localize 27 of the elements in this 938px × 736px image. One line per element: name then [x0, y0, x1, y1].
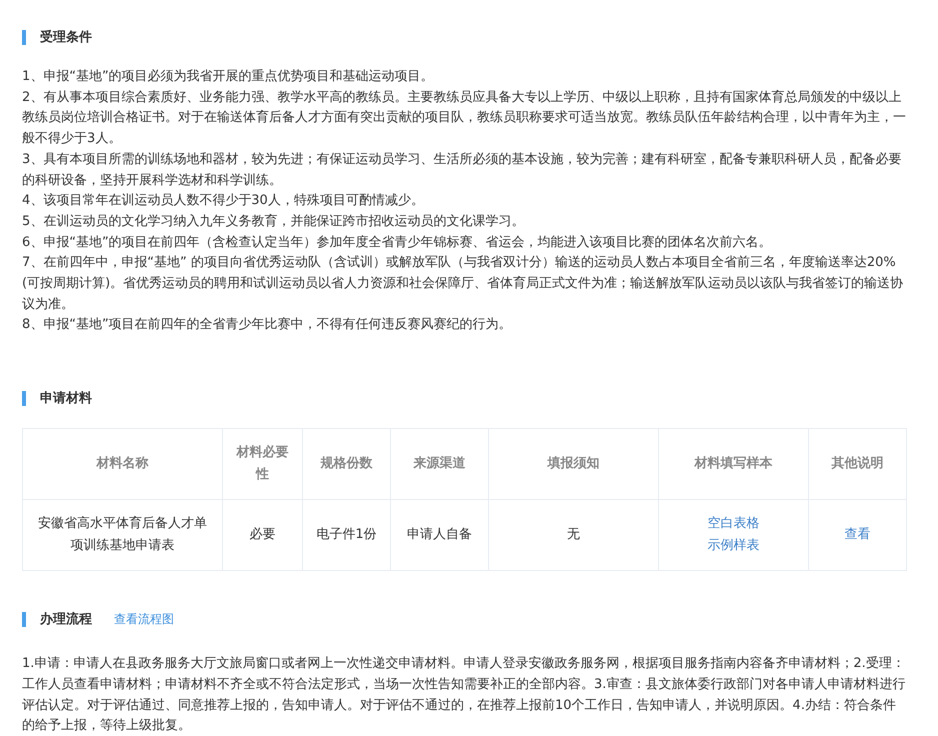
table-link[interactable]: 空白表格	[669, 513, 798, 536]
condition-text: 3、具有本项目所需的训练场地和器材，较为先进；有保证运动员学习、生活所必须的基本设施，较为完善；建有科研室，配备专兼职科研人员，配备必要的科研设备，坚持开展科学选材和科学训练。	[22, 150, 902, 190]
condition-text: 8、申报“基地”项目在前四年的全省青少年比赛中，不得有任何违反赛风赛纪的行为。	[22, 316, 513, 334]
process-text: 1.申请：申请人在县政务服务大厅文旅局窗口或者网上一次性递交申请材料。申请人登录安徽政务服务网，根据项目服务指南内容备齐申请材料；2.受理：工作人员查看申请材料；申请材料不齐全或不符合法定形式，当场一次性告知需要补正的全部内容。3.审查：县文旅体委行政部门对各申请人申请材料进行评估认定。对于评估通过、同意推荐上报的，告知申请人。对于评估不通过的，在推荐上报前10个工作日，告知申请人，并说明原因。4.办结：符合条件的给予上报，等待上级批复。	[22, 655, 906, 736]
column-header: 其他说明	[808, 428, 906, 500]
table-cell: 安徽省高水平体育后备人才单项训练基地申请表	[22, 500, 222, 571]
column-header: 材料名称	[22, 428, 222, 500]
column-header: 材料填写样本	[658, 428, 808, 500]
condition-text: 1、申报“基地”的项目必须为我省开展的重点优势项目和基础运动项目。	[22, 68, 435, 86]
section-title: 办理流程	[22, 612, 92, 628]
condition-text: 2、有从事本项目综合素质好、业务能力强、教学水平高的教练员。主要教练员应具备大专以上学历、中级以上职称，且持有国家体育总局颁发的中级以上教练员岗位培训合格证书。对于在输送体育后备人才方面有突出贡献的项目队，教练员职称要求可适当放宽。教练员队伍年龄结构合理，以中青年为主，一般不得少于3人。	[22, 88, 906, 148]
condition-text: 6、申报“基地”的项目在前四年（含检查认定当年）参加年度全省青少年锦标赛、省运会，均能进入该项目比赛的团体名次前六名。	[22, 234, 773, 252]
condition-text: 7、在前四年中，申报“基地” 的项目向省优秀运动队（含试训）或解放军队（与我省双计分）输送的运动员人数占本项目全省前三名，年度输送率达20%(可按周期计算)。省优秀运动员的聘用和试训运动员以省人力资源和社会保障厅、省体育局正式文件为准；输送解放军队运动员以该队与我省签订的输送协议为准。	[22, 254, 904, 314]
column-header: 材料必要性	[222, 428, 302, 500]
column-header: 规格份数	[302, 428, 390, 500]
column-header: 来源渠道	[390, 428, 488, 500]
section-title: 申请材料	[22, 391, 92, 406]
condition-text: 5、在训运动员的文化学习纳入九年义务教育，并能保证跨市招收运动员的文化课学习。	[22, 212, 526, 231]
table-cell: 无	[488, 500, 658, 571]
condition-text: 4、该项目常年在训运动员人数不得少于30人，特殊项目可酌情减少。	[22, 192, 425, 210]
table-link[interactable]: 示例样表	[669, 535, 798, 558]
table-cell: 必要	[222, 500, 302, 571]
column-header: 填报须知	[488, 428, 658, 500]
table-cell: 电子件1份	[302, 500, 390, 571]
section-title: 受理条件	[22, 30, 92, 45]
table-cell: 申请人自备	[390, 500, 488, 571]
flowchart-link[interactable]: 查看流程图	[114, 611, 174, 628]
